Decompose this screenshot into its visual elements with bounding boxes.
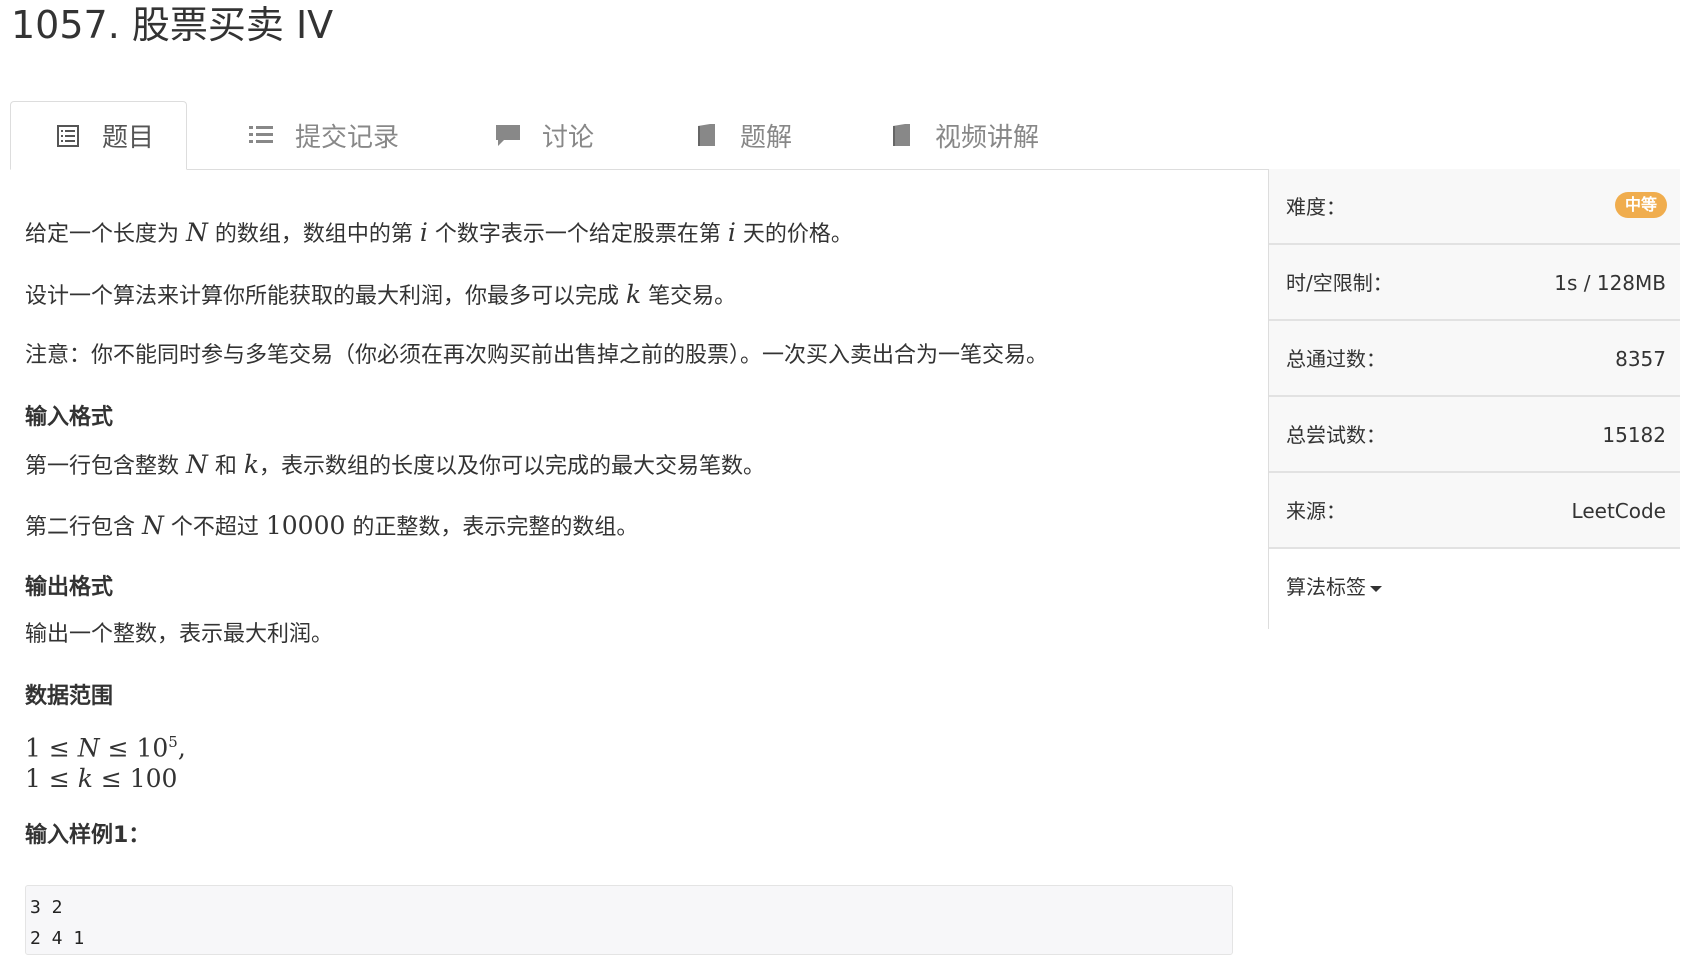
tab-label: 提交记录 xyxy=(295,122,400,153)
tab-label: 视频讲解 xyxy=(935,122,1040,153)
data-range-line: 1 ≤ k ≤ 100 xyxy=(25,764,178,793)
difficulty-row: 难度： 中等 xyxy=(1269,169,1680,245)
page-title: 1057. 股票买卖 IV xyxy=(11,3,334,47)
limit-row: 时/空限制： 1s / 128MB xyxy=(1269,245,1680,321)
data-range-heading: 数据范围 xyxy=(25,684,114,709)
algorithm-tags-label: 算法标签 xyxy=(1286,575,1366,599)
problem-description: 设计一个算法来计算你所能获取的最大利润，你最多可以完成 k 笔交易。 xyxy=(25,280,737,309)
comment-icon xyxy=(494,121,522,149)
input-format-heading: 输入格式 xyxy=(25,405,114,430)
difficulty-badge: 中等 xyxy=(1614,192,1667,218)
output-format-heading: 输出格式 xyxy=(25,575,114,600)
passed-row: 总通过数： 8357 xyxy=(1269,321,1680,397)
limit-value: 1s / 128MB xyxy=(1554,271,1666,295)
output-format-line: 输出一个整数，表示最大利润。 xyxy=(25,622,334,647)
source-row: 来源： LeetCode xyxy=(1269,473,1680,549)
tab-problem[interactable]: 题目 xyxy=(10,101,187,170)
data-range-line: 1 ≤ N ≤ 105, xyxy=(25,733,186,763)
tab-bar: 题目 提交记录 讨论 题解 视频讲解 xyxy=(10,101,1680,170)
sample-input-code: 3 2 2 4 1 xyxy=(25,885,1233,955)
attempts-label: 总尝试数： xyxy=(1286,423,1386,447)
passed-label: 总通过数： xyxy=(1286,347,1386,371)
tab-label: 讨论 xyxy=(542,122,595,153)
book-icon xyxy=(692,121,720,149)
attempts-value: 15182 xyxy=(1602,423,1666,447)
list-box-icon xyxy=(54,122,82,150)
source-value: LeetCode xyxy=(1571,499,1666,523)
tab-video[interactable]: 视频讲解 xyxy=(887,101,1039,169)
problem-note: 注意：你不能同时参与多笔交易（你必须在再次购买前出售掉之前的股票）。一次买入卖出… xyxy=(25,343,1049,368)
tab-submissions[interactable]: 提交记录 xyxy=(247,101,399,169)
input-format-line: 第二行包含 N 个不超过 10000 的正整数，表示完整的数组。 xyxy=(25,511,639,540)
algorithm-tags-dropdown[interactable]: 算法标签 xyxy=(1286,549,1382,625)
attempts-row: 总尝试数： 15182 xyxy=(1269,397,1680,473)
caret-down-icon xyxy=(1370,585,1382,592)
source-label: 来源： xyxy=(1286,499,1346,523)
difficulty-label: 难度： xyxy=(1286,195,1346,219)
tab-solutions[interactable]: 题解 xyxy=(692,101,792,169)
problem-description: 给定一个长度为 N 的数组，数组中的第 i 个数字表示一个给定股票在第 i 天的… xyxy=(25,218,853,247)
tab-discussion[interactable]: 讨论 xyxy=(494,101,594,169)
tab-label: 题解 xyxy=(740,122,793,153)
tab-label: 题目 xyxy=(102,123,155,153)
limit-label: 时/空限制： xyxy=(1286,271,1393,295)
input-format-line: 第一行包含整数 N 和 k，表示数组的长度以及你可以完成的最大交易笔数。 xyxy=(25,450,766,479)
problem-info-sidebar: 难度： 中等 时/空限制： 1s / 128MB 总通过数： 8357 总尝试数… xyxy=(1268,169,1680,629)
passed-value: 8357 xyxy=(1615,347,1666,371)
sample-input-heading: 输入样例1： xyxy=(25,823,151,848)
algorithm-tags-row: 算法标签 xyxy=(1269,549,1680,625)
book-icon xyxy=(887,121,915,149)
list-icon xyxy=(247,121,275,149)
